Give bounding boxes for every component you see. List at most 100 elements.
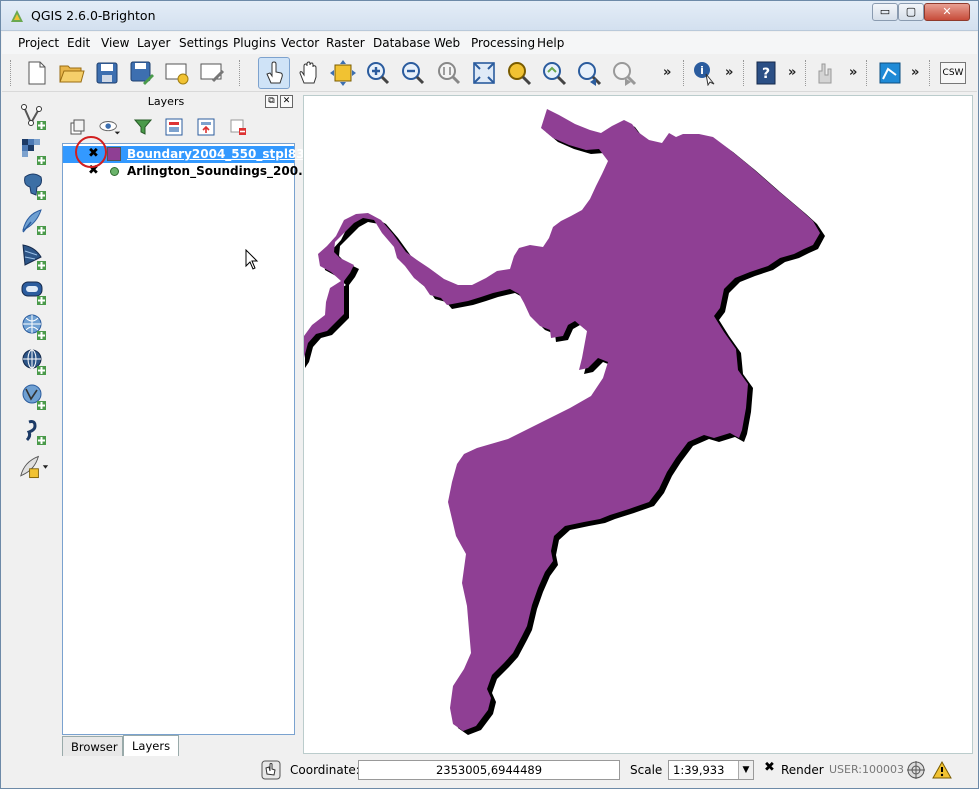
add-oracle-layer-icon[interactable] xyxy=(19,277,49,307)
coordinate-label: Coordinate: xyxy=(290,763,360,777)
tab-layers[interactable]: Layers xyxy=(123,735,179,758)
zoom-out-icon[interactable] xyxy=(397,57,429,89)
add-postgis-layer-icon[interactable] xyxy=(19,172,49,202)
menu-layer[interactable]: Layer xyxy=(137,36,170,50)
layer-tree: ✖ Boundary2004_550_stpl83 ✖ Arlington_So… xyxy=(62,143,312,735)
map-canvas[interactable] xyxy=(303,95,973,754)
save-as-icon[interactable] xyxy=(126,57,158,89)
menu-project[interactable]: Project xyxy=(18,36,59,50)
toolbar-separator xyxy=(239,60,241,86)
new-shapefile-layer-icon[interactable] xyxy=(19,452,49,482)
add-wcs-layer-icon[interactable] xyxy=(19,347,49,377)
tab-browser[interactable]: Browser xyxy=(62,736,123,757)
main-toolbar: » i » ? » » » CSW xyxy=(2,54,977,92)
toolbar-separator xyxy=(866,60,868,86)
menu-processing[interactable]: Processing xyxy=(471,36,535,50)
add-raster-layer-icon[interactable] xyxy=(19,137,49,167)
warning-icon[interactable] xyxy=(931,759,953,781)
render-checkbox[interactable]: ✖ xyxy=(764,761,777,775)
menu-vector[interactable]: Vector xyxy=(281,36,319,50)
menu-database[interactable]: Database xyxy=(373,36,430,50)
toolbar-overflow-icon[interactable]: » xyxy=(849,65,857,80)
composer-manager-icon[interactable] xyxy=(196,57,228,89)
menu-edit[interactable]: Edit xyxy=(67,36,90,50)
menu-web[interactable]: Web xyxy=(434,36,460,50)
chevron-down-icon[interactable]: ▼ xyxy=(738,761,753,779)
scale-combobox[interactable]: 1:39,933 ▼ xyxy=(668,760,754,780)
pan-map-icon[interactable] xyxy=(293,57,325,89)
touch-zoom-pan-icon[interactable] xyxy=(258,57,290,89)
toolbar-overflow-icon[interactable]: » xyxy=(663,65,671,80)
zoom-to-layer-icon[interactable] xyxy=(538,57,570,89)
toolbar-separator xyxy=(683,60,685,86)
toolbar-separator xyxy=(929,60,931,86)
menu-settings[interactable]: Settings xyxy=(179,36,228,50)
zoom-native-resolution-icon[interactable] xyxy=(433,57,465,89)
polygon-symbol-icon xyxy=(107,147,121,161)
menu-help[interactable]: Help xyxy=(537,36,564,50)
red-circle-highlight xyxy=(75,136,107,168)
minimize-button[interactable]: ▭ xyxy=(872,3,898,21)
save-project-icon[interactable] xyxy=(91,57,123,89)
menu-view[interactable]: View xyxy=(101,36,129,50)
add-delimited-text-layer-icon[interactable] xyxy=(19,417,49,447)
open-project-icon[interactable] xyxy=(56,57,88,89)
identify-features-icon[interactable]: i xyxy=(688,57,720,89)
toolbar-separator xyxy=(805,60,807,86)
coordinate-field[interactable]: 2353005,6944489 xyxy=(358,760,620,780)
add-mssql-layer-icon[interactable] xyxy=(19,242,49,272)
close-panel-button[interactable]: ✕ xyxy=(280,95,293,108)
new-project-icon[interactable] xyxy=(21,57,53,89)
mouse-cursor-icon xyxy=(245,249,259,270)
collapse-all-icon[interactable] xyxy=(195,116,217,138)
add-spatialite-layer-icon[interactable] xyxy=(19,207,49,237)
layer-name: Arlington_Soundings_200... xyxy=(127,164,312,178)
menu-raster[interactable]: Raster xyxy=(326,36,365,50)
toolbar-overflow-icon[interactable]: » xyxy=(788,65,796,80)
zoom-full-icon[interactable] xyxy=(468,57,500,89)
qgis-window: QGIS 2.6.0-Brighton ▭ ▢ ✕ Project Edit V… xyxy=(0,0,979,789)
add-group-icon[interactable] xyxy=(67,116,89,138)
status-bar: Coordinate: 2353005,6944489 Scale 1:39,9… xyxy=(2,756,977,788)
messages-icon[interactable] xyxy=(260,759,282,781)
toolbar-overflow-icon[interactable]: » xyxy=(911,65,919,80)
help-icon[interactable]: ? xyxy=(750,57,782,89)
zoom-last-icon[interactable] xyxy=(573,57,605,89)
csw-client-button[interactable]: CSW xyxy=(937,57,969,89)
layers-panel: Layers ⧉ ✕ ✖ Boundary2004_550_stpl83 ✖ A… xyxy=(61,94,312,758)
manage-visibility-icon[interactable] xyxy=(99,116,121,138)
scale-label: Scale xyxy=(630,763,663,777)
panel-title: Layers xyxy=(147,95,185,108)
pan-to-selection-icon[interactable] xyxy=(327,57,359,89)
zoom-in-icon[interactable] xyxy=(362,57,394,89)
georeferencer-icon[interactable] xyxy=(874,57,906,89)
window-title: QGIS 2.6.0-Brighton xyxy=(31,8,156,23)
add-wfs-layer-icon[interactable] xyxy=(19,382,49,412)
svg-text:?: ? xyxy=(762,66,770,82)
maximize-button[interactable]: ▢ xyxy=(898,3,924,21)
zoom-next-icon[interactable] xyxy=(608,57,640,89)
close-button[interactable]: ✕ xyxy=(924,3,970,21)
csw-label: CSW xyxy=(940,62,966,84)
add-vector-layer-icon[interactable] xyxy=(19,102,49,132)
toolbar-separator xyxy=(743,60,745,86)
layer-name: Boundary2004_550_stpl83 xyxy=(127,147,305,161)
crs-status[interactable]: USER:100003 xyxy=(829,763,904,776)
add-wms-layer-icon[interactable] xyxy=(19,312,49,342)
projection-icon[interactable] xyxy=(905,759,927,781)
toolbar-overflow-icon[interactable]: » xyxy=(725,65,733,80)
expand-all-icon[interactable] xyxy=(163,116,185,138)
menu-bar: Project Edit View Layer Settings Plugins… xyxy=(2,32,977,54)
render-label: Render xyxy=(781,763,824,777)
filter-legend-icon[interactable] xyxy=(132,116,154,138)
raster-histogram-icon[interactable] xyxy=(812,57,844,89)
menu-plugins[interactable]: Plugins xyxy=(233,36,276,50)
zoom-to-selection-icon[interactable] xyxy=(503,57,535,89)
float-panel-button[interactable]: ⧉ xyxy=(265,95,278,108)
svg-text:i: i xyxy=(700,64,704,77)
polygon-fill xyxy=(304,109,820,731)
toolbar-separator xyxy=(10,60,12,86)
remove-layer-icon[interactable] xyxy=(227,116,249,138)
title-bar: QGIS 2.6.0-Brighton ▭ ▢ ✕ xyxy=(1,1,978,31)
new-print-composer-icon[interactable] xyxy=(161,57,193,89)
